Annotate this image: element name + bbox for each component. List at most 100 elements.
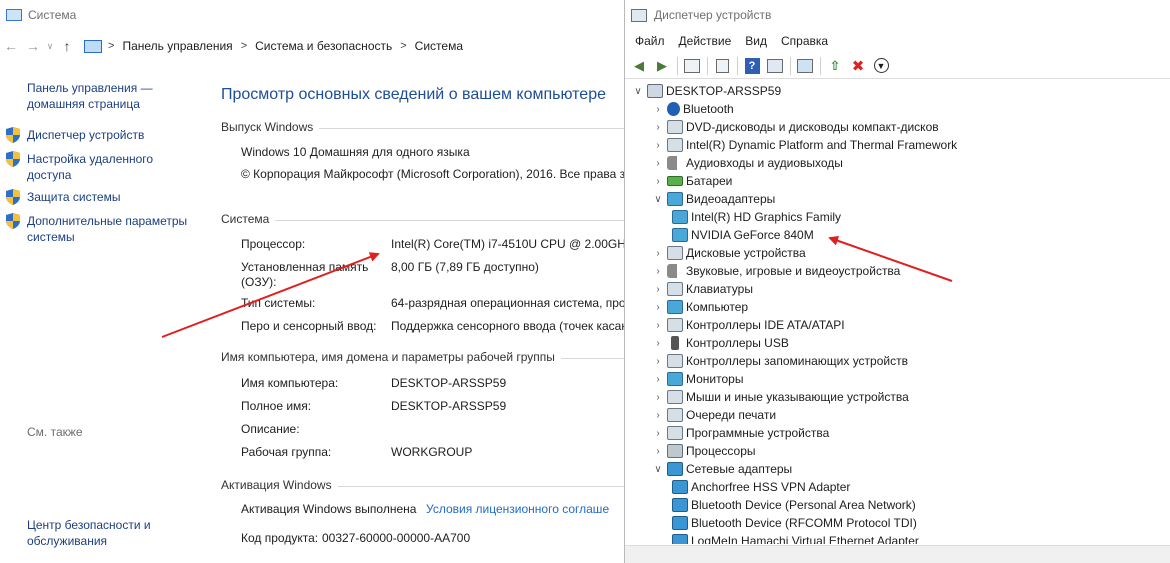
edition-copyright: © Корпорация Майкрософт (Microsoft Corpo… (241, 167, 626, 181)
tree-category-item[interactable]: › Программные устройства (651, 424, 829, 442)
tree-device-item[interactable]: Intel(R) HD Graphics Family (670, 208, 841, 226)
system-group-title: Система (221, 212, 276, 226)
tree-category-item[interactable]: › Очереди печати (651, 406, 776, 424)
license-terms-link[interactable]: Условия лицензионного соглаше (426, 502, 609, 516)
breadcrumb-control-panel[interactable]: Панель управления (122, 39, 232, 53)
tree-root[interactable]: ∨ DESKTOP-ARSSP59 (631, 82, 781, 100)
expand-chevron-icon[interactable]: › (651, 266, 665, 277)
expand-chevron-icon[interactable]: › (651, 356, 665, 367)
processor-label: Процессор: (241, 237, 306, 251)
expand-chevron-icon[interactable]: › (651, 338, 665, 349)
help-icon[interactable]: ? (741, 55, 763, 77)
nav-remote-access[interactable]: Настройка удаленного доступа (6, 151, 166, 183)
bluetooth-icon (667, 102, 680, 116)
breadcrumb-system[interactable]: Система (415, 39, 463, 53)
tree-category-item[interactable]: › Компьютер (651, 298, 748, 316)
tree-category-item[interactable]: › Мониторы (651, 370, 743, 388)
tree-root-label: DESKTOP-ARSSP59 (666, 84, 782, 98)
tree-category-item[interactable]: ∨ Видеоадаптеры (651, 190, 775, 208)
tree-device-item[interactable]: Bluetooth Device (RFCOMM Protocol TDI) (670, 514, 917, 532)
tree-category-item[interactable]: › Клавиатуры (651, 280, 753, 298)
update-driver-icon[interactable]: ⇧ (824, 55, 846, 77)
breadcrumb-separator-icon: > (400, 40, 407, 52)
tree-category-item[interactable]: › Контроллеры запоминающих устройств (651, 352, 908, 370)
device-tree: ∨ DESKTOP-ARSSP59 › Bluetooth › DVD-дисково… (625, 82, 1170, 544)
tree-item-label: Аудиовходы и аудиовыходы (686, 156, 843, 170)
back-arrow-icon[interactable]: ◀ (628, 55, 650, 77)
tree-category-item[interactable]: › Контроллеры IDE ATA/ATAPI (651, 316, 845, 334)
breadcrumb-system-security[interactable]: Система и безопасность (255, 39, 392, 53)
nav-device-manager[interactable]: Диспетчер устройств (6, 127, 206, 143)
expand-chevron-icon[interactable]: › (651, 320, 665, 331)
show-hide-tree-icon[interactable] (681, 55, 703, 77)
shield-icon (6, 189, 20, 205)
uninstall-x-icon[interactable]: ✖ (847, 55, 869, 77)
tree-category-item[interactable]: › Мыши и иные указывающие устройства (651, 388, 909, 406)
tree-category-item[interactable]: › Intel(R) Dynamic Platform and Thermal F… (651, 136, 957, 154)
computer-name-value: DESKTOP-ARSSP59 (391, 376, 507, 390)
control-panel-home-link[interactable]: Панель управления — домашняя страница (27, 80, 202, 112)
tree-device-item[interactable]: Anchorfree HSS VPN Adapter (670, 478, 850, 496)
forward-arrow-icon[interactable]: → (22, 35, 44, 57)
menu-file[interactable]: Файл (635, 34, 665, 48)
collapse-chevron-icon[interactable]: ∨ (651, 464, 665, 475)
driver-details-icon[interactable] (764, 55, 786, 77)
tree-category-item[interactable]: › Аудиовходы и аудиовыходы (651, 154, 843, 172)
full-name-label: Полное имя: (241, 399, 312, 413)
expand-chevron-icon[interactable]: › (651, 374, 665, 385)
expand-chevron-icon[interactable]: › (651, 410, 665, 421)
tree-category-item[interactable]: › Процессоры (651, 442, 756, 460)
tree-category-item[interactable]: › Bluetooth (651, 100, 734, 118)
pen-touch-value: Поддержка сенсорного ввода (точек касан (391, 319, 626, 333)
expand-chevron-icon[interactable]: › (651, 428, 665, 439)
tree-category-item[interactable]: › Контроллеры USB (651, 334, 789, 352)
expand-chevron-icon[interactable]: › (651, 284, 665, 295)
collapse-chevron-icon[interactable]: ∨ (651, 194, 665, 205)
forward-arrow-icon[interactable]: ▶ (651, 55, 673, 77)
disable-device-icon[interactable]: ▼ (870, 55, 892, 77)
expand-chevron-icon[interactable]: › (651, 140, 665, 151)
expand-chevron-icon[interactable]: › (651, 248, 665, 259)
expand-chevron-icon[interactable]: › (651, 122, 665, 133)
menu-view[interactable]: Вид (745, 34, 767, 48)
expand-chevron-icon[interactable]: › (651, 104, 665, 115)
properties-icon[interactable] (711, 55, 733, 77)
tree-device-item[interactable]: NVIDIA GeForce 840M (670, 226, 814, 244)
tree-device-item[interactable]: Bluetooth Device (Personal Area Network) (670, 496, 916, 514)
tree-item-label: Процессоры (686, 444, 756, 458)
device-icon (667, 426, 683, 440)
menu-action[interactable]: Действие (679, 34, 732, 48)
tree-category-item[interactable]: › Батареи (651, 172, 732, 190)
activation-group: Активация Windows (221, 478, 626, 492)
scan-hardware-icon[interactable] (794, 55, 816, 77)
tree-category-item[interactable]: ∨ Сетевые адаптеры (651, 460, 792, 478)
speaker-icon (667, 264, 677, 278)
nav-advanced-settings[interactable]: Дополнительные параметры системы (6, 213, 196, 245)
menu-help[interactable]: Справка (781, 34, 828, 48)
tree-item-label: Bluetooth Device (RFCOMM Protocol TDI) (691, 516, 917, 530)
security-maintenance-link[interactable]: Центр безопасности и обслуживания (27, 517, 187, 549)
nav-system-protection[interactable]: Защита системы (6, 189, 206, 205)
tree-device-item[interactable]: LogMeIn Hamachi Virtual Ethernet Adapter (670, 532, 919, 544)
tree-item-label: Дисковые устройства (686, 246, 806, 260)
full-name-value: DESKTOP-ARSSP59 (391, 399, 507, 413)
expand-chevron-icon[interactable]: › (651, 392, 665, 403)
back-arrow-icon[interactable]: ← (0, 35, 22, 57)
expand-chevron-icon[interactable]: › (651, 176, 665, 187)
expand-chevron-icon[interactable]: › (651, 302, 665, 313)
horizontal-scrollbar[interactable] (625, 545, 1170, 563)
expand-chevron-icon[interactable]: › (651, 446, 665, 457)
collapse-chevron-icon[interactable]: ∨ (631, 86, 645, 97)
system-type-value: 64-разрядная операционная система, проц (391, 296, 626, 310)
tree-category-item[interactable]: › Звуковые, игровые и видеоустройства (651, 262, 900, 280)
breadcrumb: > Панель управления > Система и безопасн… (84, 39, 463, 53)
display-adapter-icon (672, 228, 688, 242)
up-arrow-icon[interactable]: ↑ (56, 35, 78, 57)
recent-chevron-icon[interactable]: ∨ (44, 35, 56, 57)
expand-chevron-icon[interactable]: › (651, 158, 665, 169)
computer-icon (667, 300, 683, 314)
tree-category-item[interactable]: › DVD-дисководы и дисководы компакт-диско… (651, 118, 939, 136)
tree-item-label: Контроллеры IDE ATA/ATAPI (686, 318, 845, 332)
tree-category-item[interactable]: › Дисковые устройства (651, 244, 806, 262)
tree-item-label: Мониторы (686, 372, 744, 386)
